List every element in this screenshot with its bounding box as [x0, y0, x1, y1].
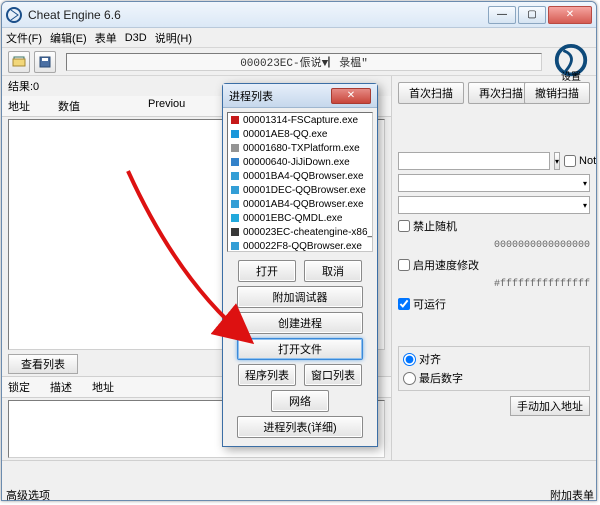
- process-list-detail-button[interactable]: 进程列表(详细): [237, 416, 363, 438]
- minimize-button[interactable]: —: [488, 6, 516, 24]
- process-icon: [230, 227, 240, 237]
- col-address2[interactable]: 地址: [92, 379, 114, 395]
- scantype-combo[interactable]: ▾: [398, 174, 590, 192]
- process-icon: [230, 185, 240, 195]
- current-process-display: 000023EC-侲说▼▏彔榅": [66, 53, 542, 71]
- col-value[interactable]: 数值: [58, 98, 148, 114]
- align-radio[interactable]: [403, 353, 416, 366]
- runnable-label: 可运行: [413, 296, 446, 312]
- title-text: Cheat Engine 6.6: [28, 8, 488, 22]
- process-icon: [230, 115, 240, 125]
- maximize-button[interactable]: ▢: [518, 6, 546, 24]
- save-button[interactable]: [34, 51, 56, 73]
- speedhack-checkbox[interactable]: [398, 259, 410, 271]
- speedhack-label: 启用速度修改: [413, 257, 479, 273]
- chevron-down-icon: ▾: [583, 179, 587, 188]
- value-input[interactable]: [398, 152, 550, 170]
- open-file-button[interactable]: 打开文件: [237, 338, 363, 360]
- process-icon: [230, 213, 240, 223]
- process-icon: [230, 129, 240, 139]
- col-address[interactable]: 地址: [8, 98, 58, 114]
- first-scan-button[interactable]: 首次扫描: [398, 82, 464, 104]
- undo-scan-button[interactable]: 撤销扫描: [524, 82, 590, 104]
- process-icon: [230, 157, 240, 167]
- process-icon: [230, 199, 240, 209]
- open-button[interactable]: 打开: [238, 260, 296, 282]
- attach-table-link[interactable]: 附加表单: [550, 487, 594, 503]
- window-list-button[interactable]: 窗口列表: [304, 364, 362, 386]
- not-checkbox[interactable]: [564, 155, 576, 167]
- process-name: 00001680-TXPlatform.exe: [243, 143, 360, 154]
- dialog-close-button[interactable]: ✕: [331, 88, 371, 104]
- process-item[interactable]: 00001EBC-QMDL.exe: [228, 211, 372, 225]
- menu-table[interactable]: 表单: [95, 30, 117, 46]
- process-item[interactable]: 00000640-JiJiDown.exe: [228, 155, 372, 169]
- process-item[interactable]: 00001DEC-QQBrowser.exe: [228, 183, 372, 197]
- process-name: 00001BA4-QQBrowser.exe: [243, 171, 364, 182]
- process-name: 000023EC-cheatengine-x86_64.ex: [243, 227, 373, 238]
- process-name: 00001DEC-QQBrowser.exe: [243, 185, 366, 196]
- lastdigits-radio[interactable]: [403, 372, 416, 385]
- lastdigits-label: 最后数字: [419, 370, 463, 386]
- scan-pane: 首次扫描 再次扫描 撤销扫描 ▾ Not ▾ ▾ 禁止随机 0000000000…: [392, 76, 596, 460]
- process-name: 00001EBC-QMDL.exe: [243, 213, 343, 224]
- value-history-dropdown[interactable]: ▾: [554, 152, 560, 170]
- hex-display-1: 0000000000000000: [398, 238, 590, 253]
- process-name: 000022F8-QQBrowser.exe: [243, 241, 362, 252]
- menu-edit[interactable]: 编辑(E): [50, 30, 87, 46]
- network-button[interactable]: 网络: [271, 390, 329, 412]
- advanced-options-link[interactable]: 高级选项: [6, 487, 50, 503]
- process-name: 00001314-FSCapture.exe: [243, 115, 358, 126]
- dialog-titlebar[interactable]: 进程列表 ✕: [223, 84, 377, 108]
- process-list[interactable]: 00001314-FSCapture.exe 00001AE8-QQ.exe 000…: [227, 112, 373, 252]
- process-icon: [230, 241, 240, 251]
- menu-help[interactable]: 说明(H): [155, 30, 192, 46]
- not-label: Not: [579, 155, 596, 167]
- memory-scan-options: 对齐 最后数字: [398, 346, 590, 391]
- process-name: 00001AB4-QQBrowser.exe: [243, 199, 364, 210]
- process-list-dialog: 进程列表 ✕ 00001314-FSCapture.exe 00001AE8-QQ…: [222, 83, 378, 447]
- process-item[interactable]: 00001680-TXPlatform.exe: [228, 141, 372, 155]
- footer: [2, 460, 596, 478]
- align-label: 对齐: [419, 351, 441, 367]
- open-process-button[interactable]: [8, 51, 30, 73]
- menubar: 文件(F) 编辑(E) 表单 D3D 说明(H): [2, 28, 596, 48]
- col-desc[interactable]: 描述: [50, 379, 72, 395]
- hex-display-2: #fffffffffffffff: [398, 277, 590, 292]
- col-previous[interactable]: Previou: [148, 98, 208, 114]
- cancel-button[interactable]: 取消: [304, 260, 362, 282]
- valuetype-combo[interactable]: ▾: [398, 196, 590, 214]
- process-item[interactable]: 00001314-FSCapture.exe: [228, 113, 372, 127]
- titlebar[interactable]: Cheat Engine 6.6 — ▢ ✕: [2, 2, 596, 28]
- process-item[interactable]: 000023EC-cheatengine-x86_64.ex: [228, 225, 372, 239]
- runnable-checkbox[interactable]: [398, 298, 410, 310]
- col-lock[interactable]: 锁定: [8, 379, 30, 395]
- dialog-buttons: 打开 取消 附加调试器 创建进程 打开文件 程序列表 窗口列表 网络 进程列表(…: [223, 256, 377, 446]
- menu-d3d[interactable]: D3D: [125, 32, 147, 44]
- app-logo[interactable]: 设置: [552, 43, 590, 81]
- process-item[interactable]: 00001AE8-QQ.exe: [228, 127, 372, 141]
- process-list-button[interactable]: 程序列表: [238, 364, 296, 386]
- add-address-manually-button[interactable]: 手动加入地址: [510, 396, 590, 416]
- attach-debugger-button[interactable]: 附加调试器: [237, 286, 363, 308]
- toolbar: 000023EC-侲说▼▏彔榅" 设置: [2, 48, 596, 76]
- process-name: 00000640-JiJiDown.exe: [243, 157, 350, 168]
- process-name: 00001AE8-QQ.exe: [243, 129, 328, 140]
- view-list-button[interactable]: 查看列表: [8, 354, 78, 374]
- process-icon: [230, 143, 240, 153]
- process-icon: [230, 171, 240, 181]
- menu-file[interactable]: 文件(F): [6, 30, 42, 46]
- process-item[interactable]: 00001AB4-QQBrowser.exe: [228, 197, 372, 211]
- dialog-title: 进程列表: [229, 88, 331, 104]
- process-item[interactable]: 00001BA4-QQBrowser.exe: [228, 169, 372, 183]
- chevron-down-icon: ▾: [583, 201, 587, 210]
- process-item[interactable]: 000022F8-QQBrowser.exe: [228, 239, 372, 252]
- app-icon: [6, 7, 22, 23]
- randomizer-checkbox[interactable]: [398, 220, 410, 232]
- randomizer-label: 禁止随机: [413, 218, 457, 234]
- create-process-button[interactable]: 创建进程: [237, 312, 363, 334]
- close-button[interactable]: ✕: [548, 6, 592, 24]
